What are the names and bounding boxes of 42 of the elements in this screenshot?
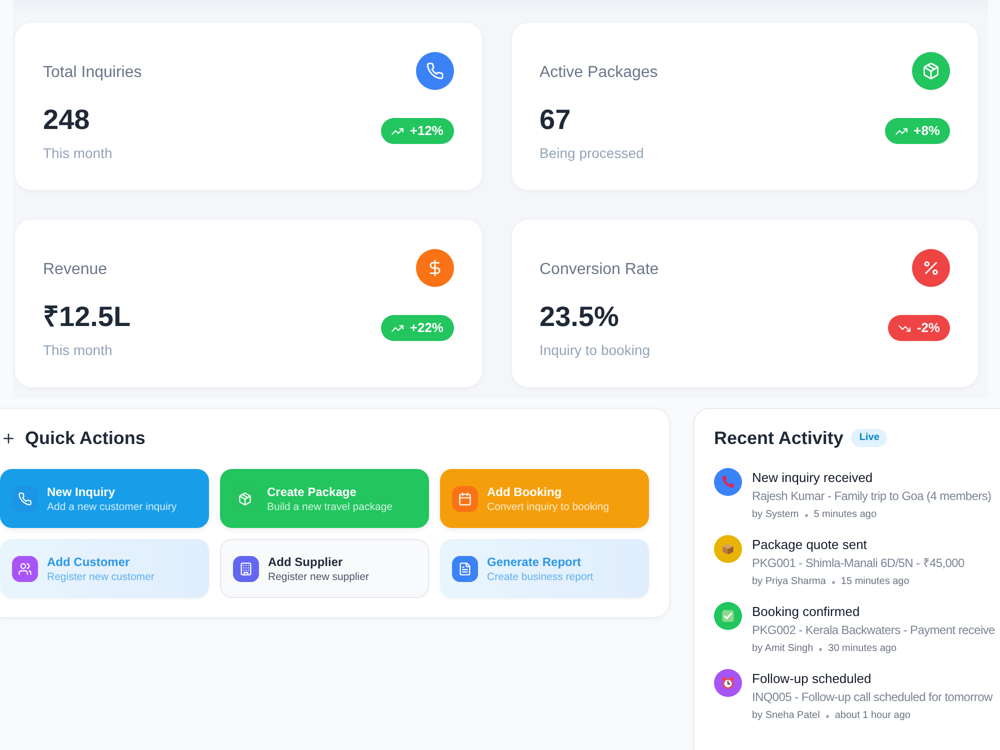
stat-label: Revenue — [43, 260, 108, 280]
section-title: Quick Actions — [25, 427, 146, 450]
stat-value: 67 — [540, 103, 572, 137]
stat-label: Active Packages — [540, 63, 658, 83]
activity-time: 30 minutes ago — [828, 642, 897, 656]
activity-author: by Priya Sharma — [752, 575, 826, 589]
percent-change: +8% — [914, 123, 940, 139]
activity-author: by Amit Singh — [752, 642, 814, 656]
quick-action-button[interactable]: Add Booking Convert inquiry to booking — [440, 469, 649, 528]
stat-caption: This month — [43, 144, 114, 163]
plus-icon — [1, 430, 16, 446]
stat-value: 23.5% — [540, 300, 620, 334]
activity-description: PKG002 - Kerala Backwaters - Payment receive — [752, 622, 996, 639]
activity-time: 5 minutes ago — [814, 508, 877, 522]
activity-title: Booking confirmed — [752, 603, 861, 621]
stat-value: ₹12.5L — [43, 300, 131, 334]
percent-change: +22% — [410, 320, 444, 336]
section-title: Recent Activity — [714, 427, 844, 450]
activity-description: PKG001 - Shimla-Manali 6D/5N - ₹45,000 — [752, 555, 966, 572]
live-badge: Live — [851, 429, 888, 447]
quick-action-button[interactable]: New Inquiry Add a new customer inquiry — [0, 469, 209, 528]
percent-change: +12% — [410, 123, 444, 139]
activity-author: by System — [752, 508, 799, 522]
activity-time: 15 minutes ago — [840, 575, 910, 589]
activity-title: New inquiry received — [752, 469, 874, 487]
stat-caption: This month — [43, 341, 114, 360]
quick-action-button[interactable]: Generate Report Create business report — [440, 539, 649, 598]
activity-time: about 1 hour ago — [834, 709, 910, 723]
stat-value: 248 — [43, 103, 91, 137]
stat-caption: Being processed — [540, 144, 645, 163]
activity-author: by Sneha Patel — [752, 709, 820, 723]
quick-action-button[interactable]: Add Customer Register new customer — [0, 539, 209, 598]
stat-label: Total Inquiries — [43, 63, 142, 83]
stat-label: Conversion Rate — [540, 260, 659, 280]
activity-title: Follow-up scheduled — [752, 670, 872, 688]
activity-description: Rajesh Kumar - Family trip to Goa (4 members) — [752, 488, 992, 505]
stat-caption: Inquiry to booking — [540, 341, 652, 360]
quick-action-button[interactable]: Create Package Build a new travel package — [220, 469, 429, 528]
percent-change: -2% — [916, 320, 940, 336]
quick-action-button[interactable]: Add Supplier Register new supplier — [220, 539, 429, 598]
activity-title: Package quote sent — [752, 536, 868, 554]
activity-description: INQ005 - Follow-up call scheduled for tomorrow — [752, 689, 994, 706]
